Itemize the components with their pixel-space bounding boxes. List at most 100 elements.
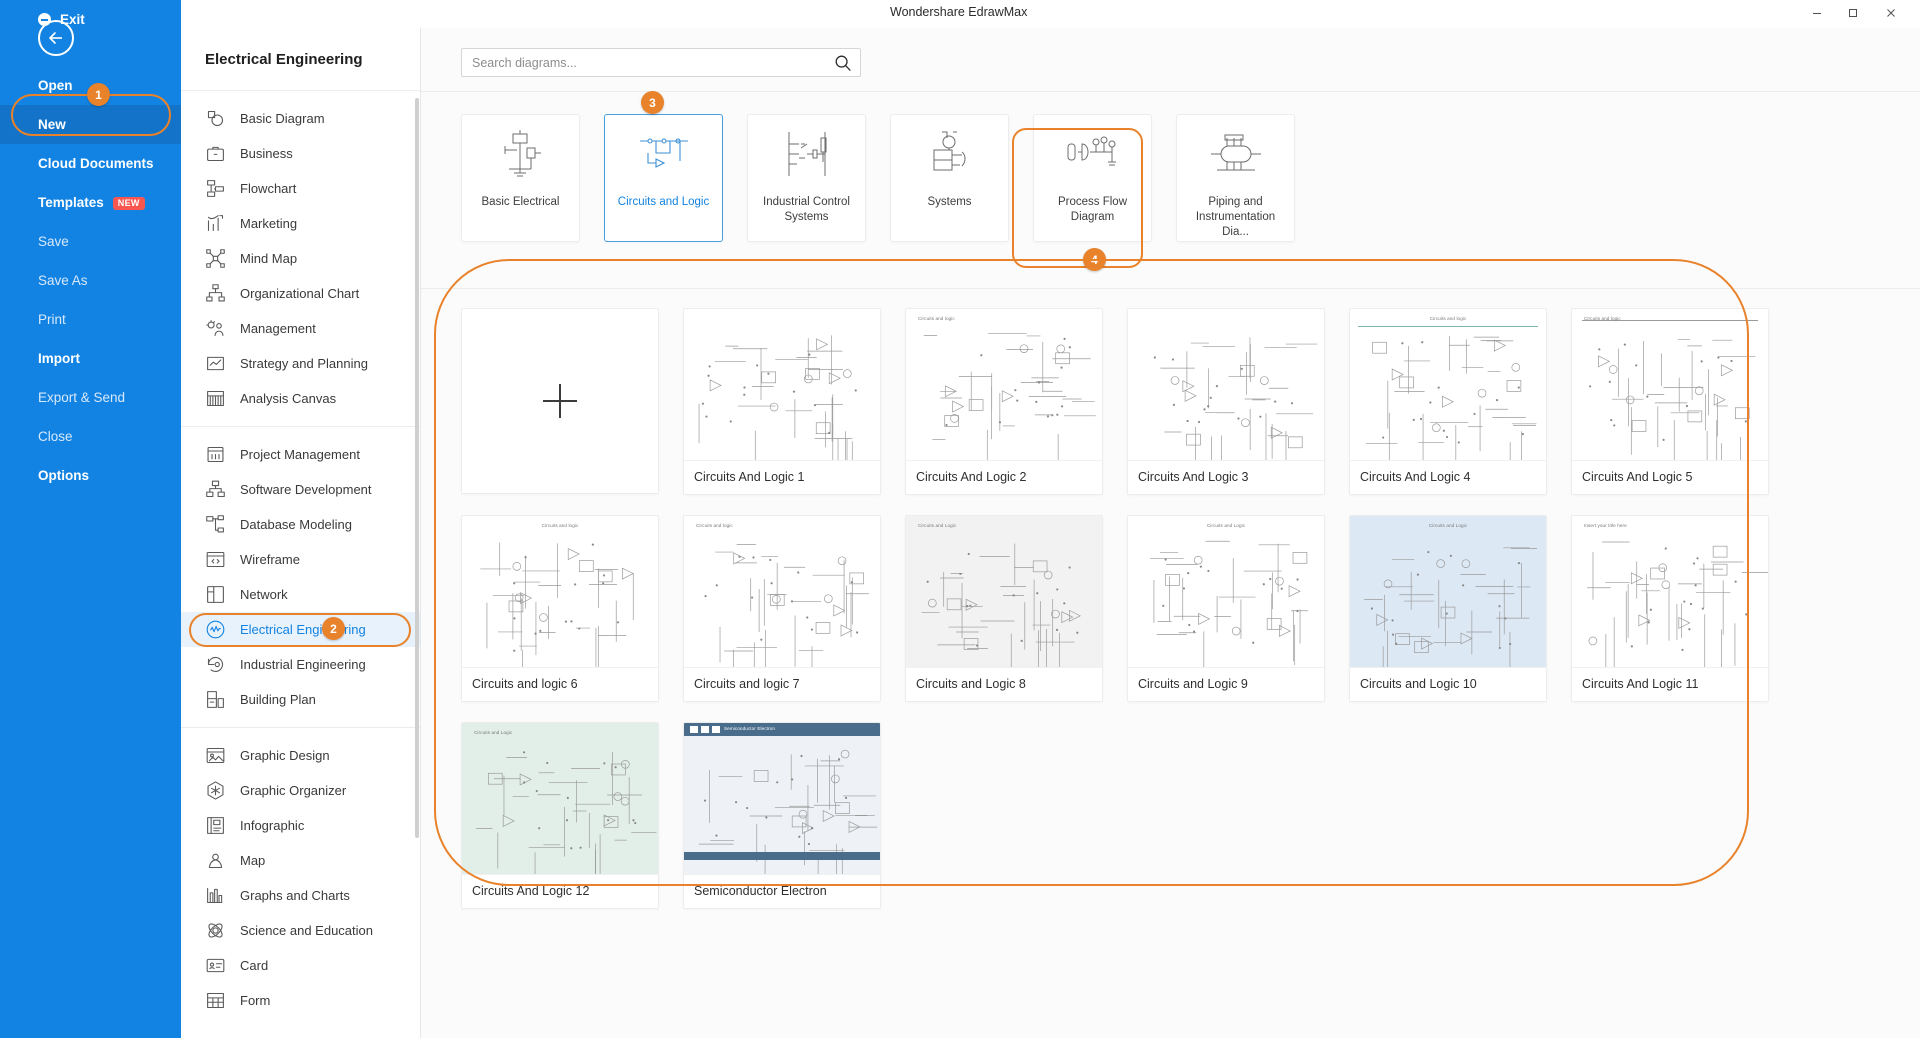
sidebar-item-label: Electrical Engineering — [240, 622, 366, 637]
subcategory-piping-and-instrumentation-dia[interactable]: Piping and Instrumentation Dia... — [1176, 114, 1295, 242]
template-card[interactable]: Insert your title here Circuits And Logic… — [1571, 515, 1769, 702]
bar-chart-icon — [205, 213, 226, 234]
templates-grid: Circuits And Logic 1 Circuits and logic Ci… — [441, 308, 1920, 929]
template-card[interactable]: Circuits and Logic Circuits And Logic 12 — [461, 722, 659, 909]
template-card[interactable]: Circuits and logic Circuits And Logic 5 — [1571, 308, 1769, 495]
template-card[interactable]: Circuits and Logic Circuits and Logic 10 — [1349, 515, 1547, 702]
preview-title: Insert your title here — [1584, 523, 1627, 528]
subcategory-industrial-control-systems[interactable]: Industrial Control Systems — [747, 114, 866, 242]
sidebar-item-graphic-design[interactable]: Graphic Design — [181, 738, 420, 773]
menu-item-print[interactable]: Print — [0, 300, 181, 339]
template-card[interactable]: Circuits and logic Circuits and logic 7 — [683, 515, 881, 702]
sidebar-item-industrial-engineering[interactable]: Industrial Engineering — [181, 647, 420, 682]
menu-item-templates[interactable]: Templates NEW — [0, 183, 181, 222]
sidebar-item-graphs-and-charts[interactable]: Graphs and Charts — [181, 878, 420, 913]
menu-item-new[interactable]: New — [0, 105, 181, 144]
sidebar-item-label: Software Development — [240, 482, 372, 497]
new-badge: NEW — [112, 196, 145, 210]
preview-title: Circuits and Logic — [1206, 523, 1246, 528]
search-box[interactable] — [461, 48, 861, 77]
template-preview — [1128, 309, 1324, 461]
template-name: Circuits And Logic 11 — [1582, 677, 1699, 691]
menu-item-save[interactable]: Save — [0, 222, 181, 261]
template-name: Circuits And Logic 3 — [1138, 470, 1249, 484]
sidebar-item-mind-map[interactable]: Mind Map — [181, 241, 420, 276]
sidebar-item-label: Network — [240, 587, 288, 602]
template-card[interactable]: Circuits And Logic 1 — [683, 308, 881, 495]
subcategory-process-flow-diagram[interactable]: Process Flow Diagram — [1033, 114, 1152, 242]
sidebar-item-basic-diagram[interactable]: Basic Diagram — [181, 101, 420, 136]
sidebar-item-form[interactable]: Form — [181, 983, 420, 1018]
template-card[interactable]: Circuits And Logic 3 — [1127, 308, 1325, 495]
template-card[interactable]: Circuits and Logic Circuits and Logic 9 — [1127, 515, 1325, 702]
menu-item-label: Options — [38, 468, 89, 483]
category-list: Basic Diagram Business Flowchart Marketing M… — [181, 91, 420, 1018]
electrical-engineering-icon — [205, 619, 226, 640]
subcategory-systems[interactable]: Systems — [890, 114, 1009, 242]
menu-item-save-as[interactable]: Save As — [0, 261, 181, 300]
sidebar-item-label: Business — [240, 146, 293, 161]
sidebar-item-management[interactable]: Management — [181, 311, 420, 346]
wireframe-icon — [205, 549, 226, 570]
sidebar-item-building-plan[interactable]: Building Plan — [181, 682, 420, 717]
annotation-badge-2: 2 — [322, 617, 345, 640]
sidebar-item-label: Project Management — [240, 447, 360, 462]
maximize-button[interactable] — [1836, 0, 1870, 26]
sidebar-item-card[interactable]: Card — [181, 948, 420, 983]
template-card[interactable]: Circuits and Logic Circuits and Logic 8 — [905, 515, 1103, 702]
sidebar-item-network[interactable]: Network — [181, 577, 420, 612]
exit-menu-item[interactable]: Exit — [0, 0, 181, 39]
sidebar-item-label: Flowchart — [240, 181, 297, 196]
sidebar-item-marketing[interactable]: Marketing — [181, 206, 420, 241]
menu-item-options[interactable]: Options — [0, 456, 181, 495]
sidebar-item-graphic-organizer[interactable]: Graphic Organizer — [181, 773, 420, 808]
search-input[interactable] — [462, 49, 822, 76]
sidebar-item-flowchart[interactable]: Flowchart — [181, 171, 420, 206]
menu-item-close[interactable]: Close — [0, 417, 181, 456]
template-preview: Insert your title here — [1572, 516, 1768, 668]
sidebar-item-label: Graphic Organizer — [240, 783, 347, 798]
subcategory-circuits-and-logic[interactable]: Circuits and Logic — [604, 114, 723, 242]
flowchart-icon — [205, 178, 226, 199]
template-name: Circuits and logic 6 — [472, 677, 578, 691]
sidebar-item-analysis-canvas[interactable]: Analysis Canvas — [181, 381, 420, 416]
menu-item-export-send[interactable]: Export & Send — [0, 378, 181, 417]
section-divider — [421, 288, 1920, 289]
menu-item-label: Import — [38, 351, 80, 366]
template-card[interactable]: Circuits and logic Circuits and logic 6 — [461, 515, 659, 702]
category-scrollbar[interactable] — [415, 98, 419, 838]
exit-label: Exit — [60, 12, 85, 27]
sidebar-item-electrical-engineering[interactable]: Electrical Engineering — [181, 612, 420, 647]
search-icon[interactable] — [834, 54, 852, 72]
minimize-button[interactable] — [1800, 0, 1834, 26]
template-row: Circuits and logic Circuits and logic 6 Ci… — [441, 515, 1920, 702]
template-card[interactable]: Circuits and logic Circuits And Logic 4 — [1349, 308, 1547, 495]
sidebar-item-database-modeling[interactable]: Database Modeling — [181, 507, 420, 542]
preview-title: Circuits and logic — [541, 523, 579, 528]
template-card[interactable]: Circuits and logic Circuits And Logic 2 — [905, 308, 1103, 495]
subcategory-basic-electrical[interactable]: Basic Electrical — [461, 114, 580, 242]
sidebar-item-business[interactable]: Business — [181, 136, 420, 171]
menu-item-import[interactable]: Import — [0, 339, 181, 378]
sidebar-item-infographic[interactable]: Infographic — [181, 808, 420, 843]
category-group-divider — [181, 727, 420, 728]
template-preview: Circuits and logic — [906, 309, 1102, 461]
template-preview: Circuits and logic — [462, 516, 658, 668]
sidebar-item-wireframe[interactable]: Wireframe — [181, 542, 420, 577]
preview-title: Circuits and Logic — [474, 730, 513, 735]
sidebar-item-label: Database Modeling — [240, 517, 353, 532]
sidebar-item-science-and-education[interactable]: Science and Education — [181, 913, 420, 948]
project-management-icon — [205, 444, 226, 465]
sidebar-item-label: Card — [240, 958, 269, 973]
sidebar-item-map[interactable]: Map — [181, 843, 420, 878]
sidebar-item-organizational-chart[interactable]: Organizational Chart — [181, 276, 420, 311]
sidebar-item-strategy-and-planning[interactable]: Strategy and Planning — [181, 346, 420, 381]
new-blank-template-button[interactable] — [461, 308, 659, 494]
template-preview: Circuits and Logic — [1350, 516, 1546, 668]
sidebar-item-project-management[interactable]: Project Management — [181, 437, 420, 472]
menu-item-cloud-documents[interactable]: Cloud Documents — [0, 144, 181, 183]
close-button[interactable] — [1874, 0, 1908, 26]
template-card[interactable]: Semiconductor Electron Semiconductor Elec… — [683, 722, 881, 909]
sidebar-item-software-development[interactable]: Software Development — [181, 472, 420, 507]
sidebar-item-label: Management — [240, 321, 316, 336]
